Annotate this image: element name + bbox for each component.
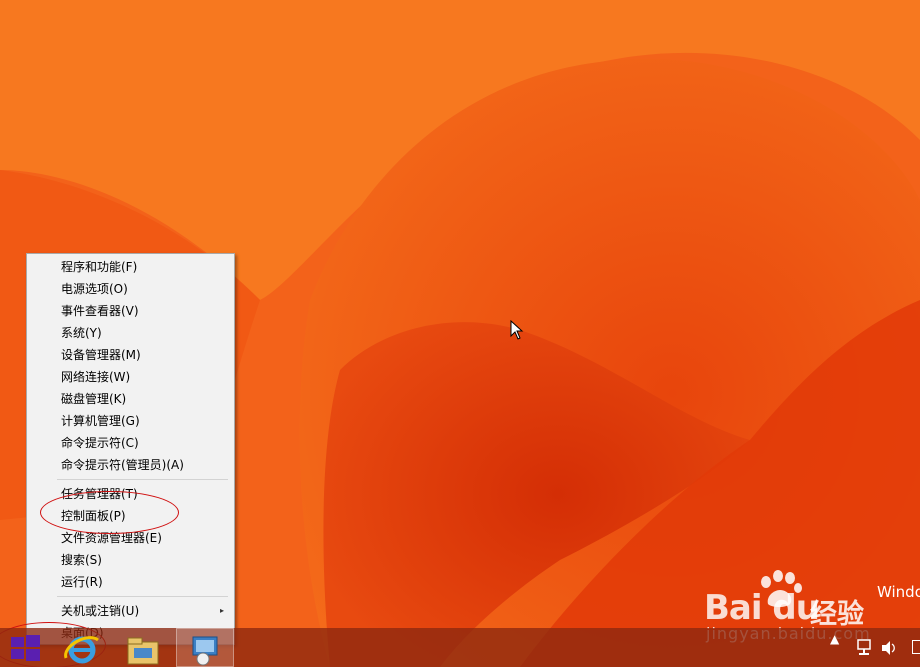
taskbar-ie-button[interactable] [58, 628, 106, 667]
menu-item-command-prompt-admin[interactable]: 命令提示符(管理员)(A) [27, 454, 234, 476]
menu-item-command-prompt[interactable]: 命令提示符(C) [27, 432, 234, 454]
notification-icon[interactable] [912, 640, 920, 654]
menu-item-network-connections[interactable]: 网络连接(W) [27, 366, 234, 388]
menu-item-system[interactable]: 系统(Y) [27, 322, 234, 344]
desktop[interactable]: Windo 程序和功能(F) 电源选项(O) 事件查看器(V) 系统(Y) 设备… [0, 0, 920, 667]
winx-context-menu: 程序和功能(F) 电源选项(O) 事件查看器(V) 系统(Y) 设备管理器(M)… [26, 253, 235, 645]
taskbar: ▲ [0, 628, 920, 667]
taskbar-server-manager-button[interactable] [176, 628, 234, 667]
menu-item-file-explorer[interactable]: 文件资源管理器(E) [27, 527, 234, 549]
paw-icon [761, 570, 802, 607]
ie-icon [64, 636, 99, 664]
menu-item-run[interactable]: 运行(R) [27, 571, 234, 593]
volume-icon[interactable] [880, 638, 898, 658]
menu-item-disk-management[interactable]: 磁盘管理(K) [27, 388, 234, 410]
submenu-arrow-icon: ▸ [219, 606, 224, 615]
start-logo-icon [11, 635, 40, 661]
menu-separator [57, 479, 228, 480]
network-icon[interactable] [856, 638, 874, 658]
taskbar-explorer-button[interactable] [118, 628, 168, 667]
chevron-up-icon[interactable]: ▲ [830, 632, 844, 646]
menu-item-label: 关机或注销(U) [61, 604, 140, 618]
menu-item-device-manager[interactable]: 设备管理器(M) [27, 344, 234, 366]
menu-separator [57, 596, 228, 597]
menu-item-programs-features[interactable]: 程序和功能(F) [27, 256, 234, 278]
menu-item-task-manager[interactable]: 任务管理器(T) [27, 483, 234, 505]
menu-item-power-options[interactable]: 电源选项(O) [27, 278, 234, 300]
menu-item-search[interactable]: 搜索(S) [27, 549, 234, 571]
start-button[interactable] [0, 628, 50, 667]
menu-item-control-panel[interactable]: 控制面板(P) [27, 505, 234, 527]
menu-item-shutdown-signout[interactable]: 关机或注销(U) ▸ [27, 600, 234, 622]
server-manager-icon [192, 636, 218, 666]
menu-item-computer-management[interactable]: 计算机管理(G) [27, 410, 234, 432]
windows-watermark-text: Windo [877, 583, 920, 601]
file-explorer-icon [127, 637, 159, 665]
mouse-cursor-icon [510, 320, 524, 340]
menu-item-event-viewer[interactable]: 事件查看器(V) [27, 300, 234, 322]
